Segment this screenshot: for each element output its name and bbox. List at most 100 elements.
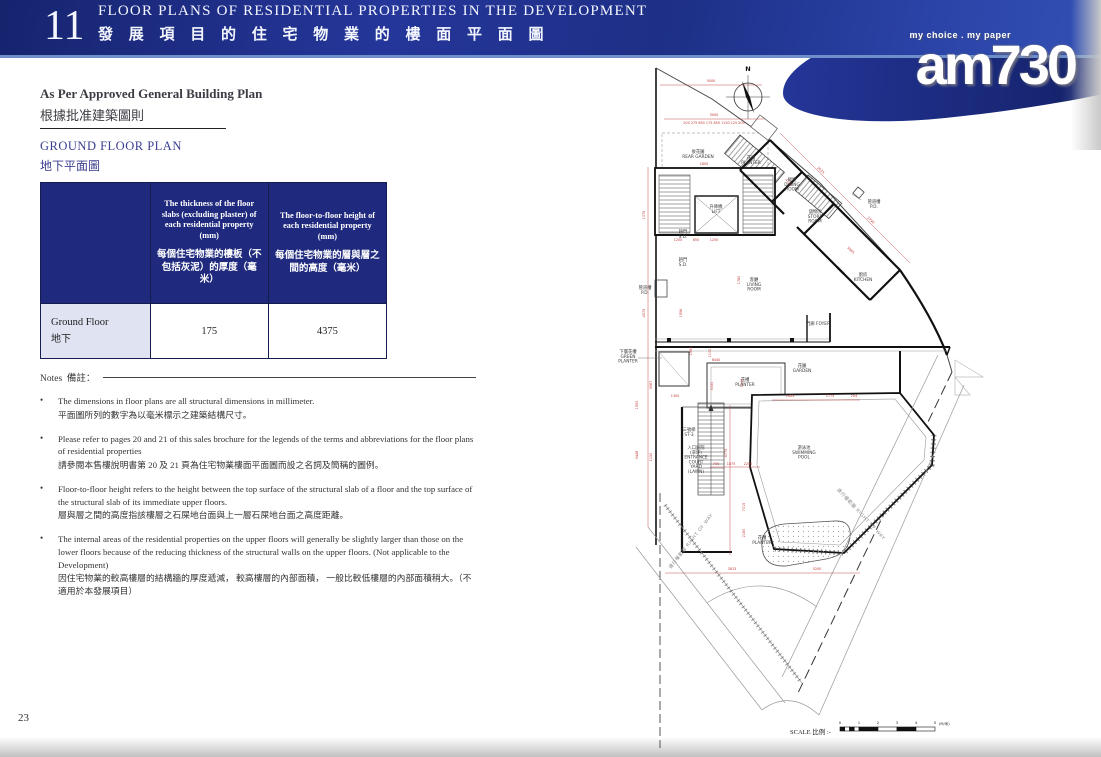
table-header-height-en: The floor-to-floor height of each reside… [274, 211, 381, 243]
plan-dimension: 1800 [700, 162, 709, 166]
notes-list: •The dimensions in floor plans are all s… [40, 395, 476, 598]
plan-dimension: 1150 [649, 453, 653, 462]
plan-room-label: 儲物房STOREROOM [808, 208, 823, 225]
plan-dimension: 1100 [708, 349, 712, 358]
header-titles: FLOOR PLANS OF RESIDENTIAL PROPERTIES IN… [98, 3, 647, 44]
north-arrow: N [726, 65, 770, 119]
plan-room-label: 花園GARDEN [793, 362, 812, 374]
page-edge-shadow [1071, 0, 1101, 150]
plan-dimension: 1250 [710, 238, 719, 242]
plan-dimension: 700 [713, 462, 719, 466]
plan-dimension: 4775 [724, 449, 728, 458]
note-item: •The internal areas of the residential p… [40, 533, 476, 598]
garden-terrace [655, 347, 950, 355]
staircase [743, 175, 773, 233]
header-title-en: FLOOR PLANS OF RESIDENTIAL PROPERTIES IN… [98, 3, 647, 20]
table-header-height-zh: 每個住宅物業的層與層之間的高度（毫米） [274, 250, 381, 276]
plan-dimension: 5000 [707, 79, 716, 83]
plan-dimension: 1425 [786, 394, 795, 398]
approved-plan-en: As Per Approved General Building Plan [40, 86, 262, 102]
plan-room-label: 客廳LIVINGROOM [747, 276, 761, 293]
living-room-walls [655, 235, 830, 343]
scale-tick: 5 [934, 720, 937, 725]
plan-dimension: 7015 [742, 503, 746, 512]
floor-name-cell: Ground Floor 地下 [41, 304, 151, 359]
plan-room-label: 通行權範圍 RIGHT OF WAY [667, 512, 715, 570]
plan-room-label: 管道槽P.D. [639, 284, 653, 296]
pd-duct [853, 187, 864, 198]
notes-label: Notes 備註： [40, 370, 95, 384]
thickness-value: 175 [150, 304, 268, 359]
plan-dimension: 4575 [642, 309, 646, 318]
heading-rule [40, 128, 226, 129]
scale-tick: 0 [839, 720, 842, 725]
note-item: •The dimensions in floor plans are all s… [40, 395, 476, 422]
table-header-blank [41, 183, 151, 304]
plan-room-label: 趟門S.D. [679, 228, 688, 240]
plan-dimension: 8440 [712, 358, 721, 362]
notes-section: Notes 備註： •The dimensions in floor plans… [40, 370, 476, 598]
scale-unit: (M/米) [939, 721, 950, 726]
plan-room-label: 三號梯ST-3 [683, 426, 697, 438]
plan-room-label: 下層花槽GREENPLANTER [618, 348, 638, 365]
plan-dimension: 850 [693, 238, 699, 242]
plan-dimension: 1956 [679, 309, 683, 318]
plan-room-label: 後花園REAR GARDEN [682, 148, 713, 160]
plan-dimension: 2200 [744, 462, 753, 466]
approved-plan-zh: 根據批准建築圖則 [40, 105, 262, 124]
notes-heading: Notes 備註： [40, 370, 476, 384]
plan-dimension: 5200 [813, 567, 822, 571]
floor-name-zh: 地下 [51, 330, 150, 345]
stair-lift-block [655, 168, 775, 235]
header-title-zh: 發 展 項 目 的 住 宅 物 業 的 樓 面 平 面 圖 [98, 23, 647, 44]
brochure-page: 11 FLOOR PLANS OF RESIDENTIAL PROPERTIES… [0, 0, 1101, 757]
plan-dimension: 1950 [689, 347, 693, 356]
plan-dimension: 1775 [826, 394, 835, 398]
staircase [659, 175, 690, 233]
plan-room-label: 廚房KITCHEN [854, 271, 873, 283]
logo-name: am730 [909, 40, 1075, 90]
plan-dimension: 5000 [710, 113, 719, 117]
plan-dimension: 200 275 850 175 850 1150 125 200 [683, 121, 744, 125]
plan-dimension: 1075 [642, 211, 646, 220]
plan-title-en: GROUND FLOOR PLAN [40, 139, 182, 154]
floor-name-en: Ground Floor [51, 317, 150, 328]
plan-dimension: 3813 [728, 567, 737, 571]
plan-dimension: 1300 [671, 394, 680, 398]
note-item: •Floor-to-floor height refers to the hei… [40, 483, 476, 522]
scale-tick: 3 [896, 720, 899, 725]
page-number: 23 [18, 712, 29, 724]
note-item: •Please refer to pages 20 and 21 of this… [40, 433, 476, 472]
am730-logo: my choice . my paper am730 [909, 30, 1075, 90]
table-header-thickness-en: The thickness of the floor slabs (exclud… [156, 199, 263, 242]
notes-rule [103, 377, 476, 378]
section-number: 11 [44, 0, 84, 52]
plan-room-label: 管道槽P.D. [868, 198, 882, 210]
plan-dimension: 3587 [649, 381, 653, 390]
table-header-thickness: The thickness of the floor slabs (exclud… [150, 183, 268, 304]
scale-label: SCALE 比例 :- [790, 727, 831, 736]
floor-spec-table: The thickness of the floor slabs (exclud… [40, 182, 387, 359]
plan-room-label: 花槽PLANTER [735, 376, 755, 388]
plan-dimension: 1780 [737, 276, 741, 285]
approved-plan-heading: As Per Approved General Building Plan 根據… [40, 86, 262, 124]
plan-dimension: 3985 [846, 246, 855, 255]
plan-title-zh: 地下平面圖 [40, 157, 182, 174]
plan-dimension: 204 [851, 394, 857, 398]
scale-tick: 4 [915, 720, 918, 725]
table-row: Ground Floor 地下 175 4375 [41, 304, 387, 359]
table-header-height: The floor-to-floor height of each reside… [268, 183, 386, 304]
scale-tick: 1 [858, 720, 861, 725]
plan-title: GROUND FLOOR PLAN 地下平面圖 [40, 139, 182, 174]
plan-dimension: 1875 [727, 462, 736, 466]
plan-room-label: 趟門S.D. [679, 256, 688, 268]
scale-tick: 2 [877, 720, 880, 725]
bottom-planter [762, 521, 850, 566]
plan-dimension: 1950 [635, 401, 639, 410]
plan-dimension: 2180 [742, 529, 746, 538]
height-value: 4375 [268, 304, 386, 359]
plan-room-label: 門廊 FOYER [806, 320, 830, 327]
plan-dimension: 3030 [710, 382, 714, 391]
plan-dimension: 3448 [635, 451, 639, 460]
table-header-thickness-zh: 每個住宅物業的樓板（不包括灰泥）的厚度（毫米） [156, 249, 263, 287]
